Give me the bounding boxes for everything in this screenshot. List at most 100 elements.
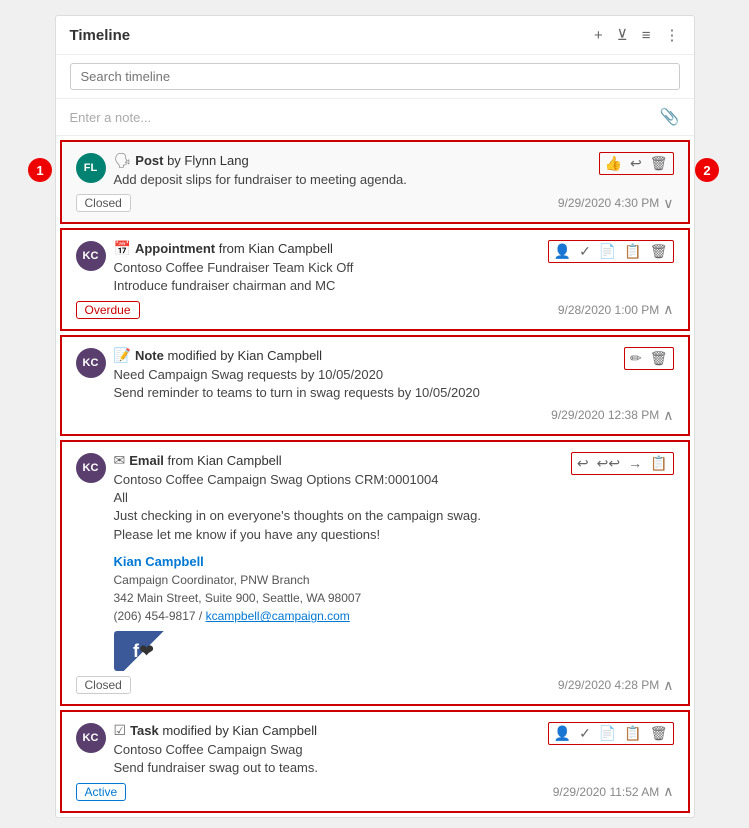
email-signature: Kian Campbell Campaign Coordinator, PNW …	[114, 552, 563, 626]
delete-icon[interactable]: 🗑	[650, 243, 668, 260]
task-title-text: Task modified by Kian Campbell	[130, 723, 317, 738]
email-title-text: Email from Kian Campbell	[129, 453, 281, 468]
annotation-1: 1	[28, 158, 52, 182]
appointment-chevron[interactable]: ∧	[663, 301, 673, 318]
appointment-status: Overdue	[76, 301, 140, 319]
panel-header: Timeline + ⊻ ≡ ⋮	[56, 16, 694, 55]
appointment-timestamp: 9/28/2020 1:00 PM ∧	[558, 301, 674, 318]
task-title: ☑ Task modified by Kian Campbell	[114, 722, 540, 739]
list-icon[interactable]: 📋	[624, 725, 641, 742]
delete-icon[interactable]: 🗑	[650, 725, 668, 742]
panel-title: Timeline	[70, 27, 594, 44]
search-input[interactable]	[70, 63, 680, 90]
complete-icon[interactable]: ✓	[579, 243, 591, 260]
list-icon[interactable]: 📋	[650, 455, 667, 472]
sort-icon[interactable]: ≡	[642, 27, 651, 44]
appointment-item: KC 📅 Appointment from Kian Campbell Cont…	[60, 228, 690, 330]
post-title: 🗣 Post by Flynn Lang	[114, 152, 591, 169]
signature-role: Campaign Coordinator, PNW Branch	[114, 571, 563, 589]
note-body: Need Campaign Swag requests by 10/05/202…	[114, 366, 616, 402]
annotation-2: 2	[695, 158, 719, 182]
task-content: ☑ Task modified by Kian Campbell Contoso…	[114, 722, 540, 777]
delete-icon[interactable]: 🗑	[650, 155, 668, 172]
email-body: Contoso Coffee Campaign Swag Options CRM…	[114, 471, 563, 544]
note-left: KC 📝 Note modified by Kian Campbell Need…	[76, 347, 616, 402]
appointment-actions: 👤 ✓ 📄 📋 🗑	[548, 240, 674, 263]
task-avatar: KC	[76, 723, 106, 753]
note-placeholder: Enter a note...	[70, 110, 152, 125]
task-chevron[interactable]: ∧	[663, 783, 673, 800]
signature-contact: (206) 454-9817 / kcampbell@campaign.com	[114, 607, 563, 625]
note-avatar: KC	[76, 348, 106, 378]
email-title: ✉ Email from Kian Campbell	[114, 452, 563, 469]
task-status: Active	[76, 783, 127, 801]
note-content: 📝 Note modified by Kian Campbell Need Ca…	[114, 347, 616, 402]
attachment-icon[interactable]: 📎	[660, 107, 680, 127]
email-actions: ↩ ↩↩ → 📋	[571, 452, 674, 475]
post-footer: Closed 9/29/2020 4:30 PM ∨	[76, 194, 674, 212]
header-icons: + ⊻ ≡ ⋮	[594, 26, 680, 44]
reply-all-icon[interactable]: ↩↩	[597, 455, 620, 472]
post-item-left: FL 🗣 Post by Flynn Lang Add deposit slip…	[76, 152, 591, 189]
email-item: KC ✉ Email from Kian Campbell Contoso Co…	[60, 440, 690, 706]
email-image: f ❤	[114, 631, 174, 671]
complete-icon[interactable]: ✓	[579, 725, 591, 742]
email-chevron[interactable]: ∧	[663, 677, 673, 694]
timeline-items: FL 🗣 Post by Flynn Lang Add deposit slip…	[56, 140, 694, 813]
email-timestamp: 9/29/2020 4:28 PM ∧	[558, 677, 674, 694]
appointment-content: 📅 Appointment from Kian Campbell Contoso…	[114, 240, 540, 295]
assign-icon[interactable]: 👤	[554, 725, 571, 742]
appointment-left: KC 📅 Appointment from Kian Campbell Cont…	[76, 240, 540, 295]
appointment-header: KC 📅 Appointment from Kian Campbell Cont…	[76, 240, 674, 295]
more-icon[interactable]: ⋮	[665, 26, 680, 44]
appointment-avatar: KC	[76, 241, 106, 271]
post-content: 🗣 Post by Flynn Lang Add deposit slips f…	[114, 152, 591, 189]
email-footer: Closed 9/29/2020 4:28 PM ∧	[76, 676, 674, 694]
email-type-icon: ✉	[114, 452, 126, 469]
post-status: Closed	[76, 194, 131, 212]
delete-icon[interactable]: 🗑	[650, 350, 668, 367]
post-item: FL 🗣 Post by Flynn Lang Add deposit slip…	[60, 140, 690, 224]
email-avatar: KC	[76, 453, 106, 483]
note-title-text: Note modified by Kian Campbell	[135, 348, 322, 363]
reply-icon[interactable]: ↩	[577, 455, 589, 472]
note-title: 📝 Note modified by Kian Campbell	[114, 347, 616, 364]
edit-icon[interactable]: ✏	[630, 350, 642, 367]
forward-icon[interactable]: →	[628, 455, 642, 471]
email-content: ✉ Email from Kian Campbell Contoso Coffe…	[114, 452, 563, 671]
assign-icon[interactable]: 👤	[554, 243, 571, 260]
add-icon[interactable]: +	[594, 27, 603, 44]
list-icon[interactable]: 📋	[624, 243, 641, 260]
signature-email-link[interactable]: kcampbell@campaign.com	[206, 609, 350, 623]
page-wrapper: 1 2 Timeline + ⊻ ≡ ⋮ Enter a note... 📎	[10, 10, 739, 818]
copy-icon[interactable]: 📄	[599, 725, 616, 742]
post-timestamp: 9/29/2020 4:30 PM ∨	[558, 195, 674, 212]
appointment-body: Contoso Coffee Fundraiser Team Kick Off …	[114, 259, 540, 295]
post-title-text: Post by Flynn Lang	[135, 153, 248, 168]
appointment-title-text: Appointment from Kian Campbell	[135, 241, 333, 256]
task-item: KC ☑ Task modified by Kian Campbell Cont…	[60, 710, 690, 812]
like-icon[interactable]: 👍	[605, 155, 622, 172]
note-header: KC 📝 Note modified by Kian Campbell Need…	[76, 347, 674, 402]
appointment-title: 📅 Appointment from Kian Campbell	[114, 240, 540, 257]
copy-icon[interactable]: 📄	[599, 243, 616, 260]
post-body: Add deposit slips for fundraiser to meet…	[114, 171, 591, 189]
task-header: KC ☑ Task modified by Kian Campbell Cont…	[76, 722, 674, 777]
signature-address: 342 Main Street, Suite 900, Seattle, WA …	[114, 589, 563, 607]
task-actions: 👤 ✓ 📄 📋 🗑	[548, 722, 674, 745]
email-status: Closed	[76, 676, 131, 694]
task-timestamp: 9/29/2020 11:52 AM ∧	[553, 783, 674, 800]
filter-icon[interactable]: ⊻	[617, 26, 628, 44]
post-chevron[interactable]: ∨	[663, 195, 673, 212]
reply-icon[interactable]: ↩	[630, 155, 642, 172]
note-actions: ✏ 🗑	[624, 347, 674, 370]
signature-name: Kian Campbell	[114, 552, 563, 572]
note-timestamp: 9/29/2020 12:38 PM ∧	[551, 407, 673, 424]
email-left: KC ✉ Email from Kian Campbell Contoso Co…	[76, 452, 563, 671]
note-footer: 9/29/2020 12:38 PM ∧	[76, 407, 674, 424]
task-left: KC ☑ Task modified by Kian Campbell Cont…	[76, 722, 540, 777]
note-chevron[interactable]: ∧	[663, 407, 673, 424]
note-type-icon: 📝	[114, 347, 131, 364]
search-bar	[56, 55, 694, 99]
task-body: Contoso Coffee Campaign Swag Send fundra…	[114, 741, 540, 777]
